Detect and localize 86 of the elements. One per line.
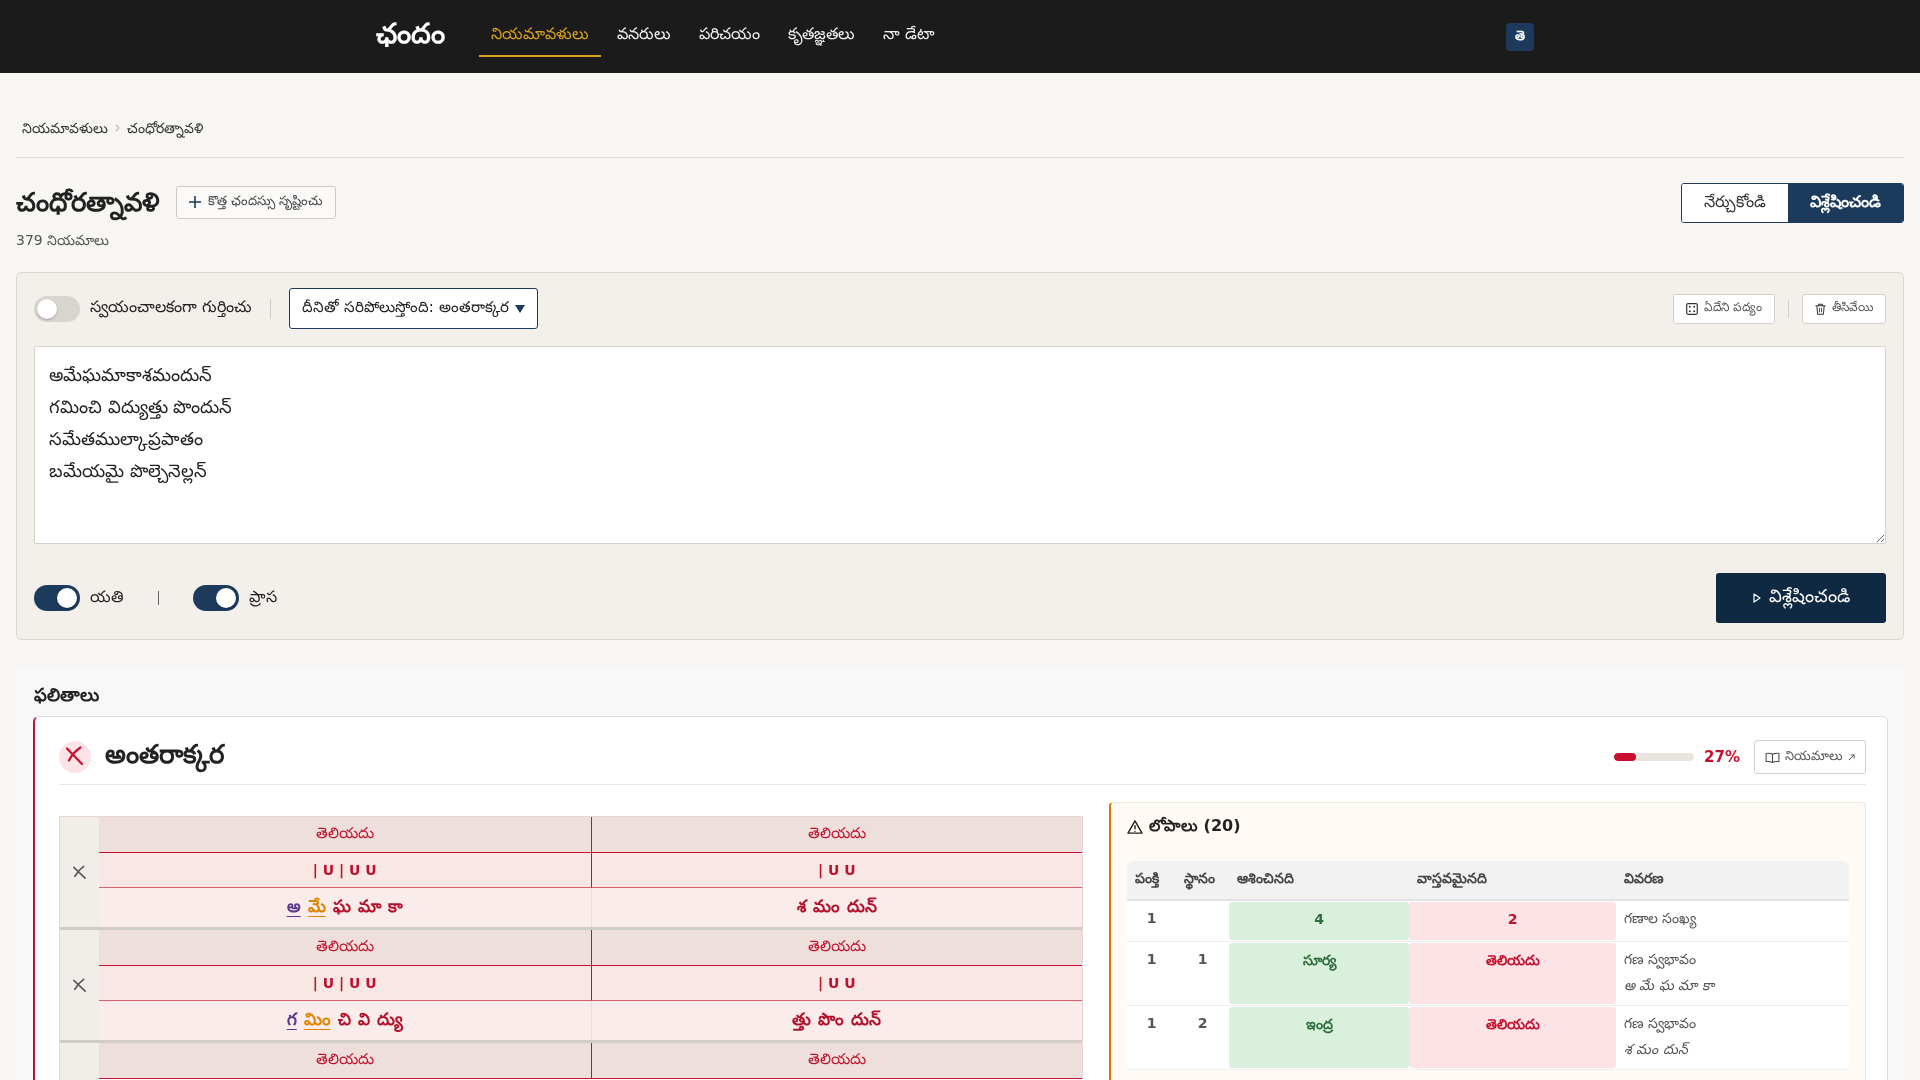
breadcrumb-current: చంధోరత్నావళి — [127, 119, 203, 138]
column-header: వివరణ — [1623, 870, 1665, 888]
actual-cell: 2 — [1409, 902, 1616, 940]
syllable: కా — [387, 895, 403, 918]
tool-button[interactable]: ఏదేని పద్యం — [1673, 293, 1775, 324]
syllables-text: అ మే ఘ మా కా — [1624, 977, 1717, 995]
gana-name-cell: తెలియదు — [590, 1043, 1082, 1079]
syllable: ఘ — [332, 895, 351, 918]
actual-cell: తెలియదు — [1409, 1007, 1616, 1068]
expected-cell: సూర్య — [1229, 943, 1409, 1004]
syllable: మే — [307, 895, 326, 918]
mode-tab[interactable]: నేర్చుకోండి — [1682, 184, 1788, 222]
gana-name-cell: తెలియదు — [99, 930, 591, 966]
description-text: గణ స్వభావం — [1624, 951, 1698, 971]
syllable: దున్ — [846, 895, 877, 918]
poem-input[interactable]: అమేఘమాకాశమందున్ గమించి విద్యుత్తు పొందున్ సమేతముల్కాప్రపాతం బమేయమై పొల్చెనెల్లన్ — [34, 346, 1886, 544]
results-heading: ఫలితాలు — [33, 684, 100, 706]
table-cell: 2 — [1197, 1015, 1208, 1031]
new-meter-button[interactable]: కొత్త ఛందస్సు సృష్టించు — [176, 185, 337, 219]
match-percent: 27% — [1704, 748, 1740, 766]
toggle-switch[interactable] — [34, 295, 80, 322]
description-text: గణాల సంఖ్య — [1624, 910, 1841, 930]
toggle-label: ప్రాస — [249, 586, 277, 609]
syllable: వి — [357, 1008, 370, 1031]
warning-icon — [1127, 820, 1143, 834]
meter-select[interactable]: దీనితో సరిపోలుస్తోంది: అంతరాక్కర — [289, 288, 538, 329]
rule-count: 379 నియమాలు — [16, 231, 111, 250]
pattern-cell: | U | U U — [99, 853, 591, 888]
toggle-switch[interactable] — [193, 585, 239, 611]
gana-name-cell: తెలియదు — [99, 817, 591, 853]
nav-link[interactable]: నియమావళులు — [479, 16, 601, 57]
caret-icon — [514, 304, 525, 313]
nav-link[interactable]: పరిచయం — [687, 16, 772, 57]
book-icon — [1765, 751, 1780, 763]
column-header: స్థానం — [1176, 870, 1229, 890]
column-header: వాస్తవమైనది — [1416, 870, 1488, 890]
syllable: ద్యు — [376, 1008, 403, 1033]
play-icon — [1752, 593, 1761, 603]
gana-name-cell: తెలియదు — [99, 1043, 591, 1079]
mode-tab[interactable]: విశ్లేషించండి — [1788, 184, 1903, 222]
toggle-switch[interactable] — [34, 585, 80, 611]
syllables-text: శ మం దున్ — [1624, 1041, 1691, 1059]
toggle-label: స్వయంచాలకంగా గుర్తించు — [90, 297, 253, 320]
tool-button[interactable]: తీసివేయి — [1802, 293, 1886, 324]
external-link-icon — [1848, 753, 1855, 761]
nav-link[interactable]: నా డేటా — [871, 16, 947, 57]
pattern-cell: | U U — [590, 853, 1082, 888]
breadcrumb-link[interactable]: నియమావళులు — [22, 118, 108, 138]
syllable: పొం — [818, 1008, 845, 1031]
analyze-button[interactable]: విశ్లేషించండి — [1716, 573, 1886, 623]
language-button[interactable]: తె — [1506, 22, 1534, 51]
page-title: చంధోరత్నావళి — [16, 184, 160, 220]
expected-cell: ఇంద్ర — [1229, 1007, 1409, 1068]
nav-link[interactable]: కృతజ్ఞతలు — [776, 16, 867, 57]
dice-icon — [1686, 302, 1699, 315]
table-cell: 1 — [1146, 910, 1157, 926]
toggle-label: యతి — [90, 586, 124, 608]
syllable: మిం — [303, 1008, 331, 1031]
syllable: దున్ — [851, 1008, 882, 1031]
column-header: ఆశించినది — [1236, 870, 1295, 888]
syllable: త్తు — [792, 1008, 812, 1033]
table-cell: 1 — [1197, 951, 1208, 967]
syllable: మా — [357, 895, 381, 918]
pattern-cell: | U U — [590, 966, 1082, 1001]
nav-link[interactable]: వనరులు — [605, 16, 683, 57]
syllable: శ — [796, 895, 806, 918]
gana-name-cell: తెలియదు — [590, 930, 1082, 966]
errors-title: లోపాలు (20) — [1149, 815, 1241, 837]
table-cell: 1 — [1146, 951, 1157, 967]
syllable: గ — [286, 1008, 297, 1031]
rules-button[interactable]: నియమాలు — [1754, 740, 1866, 774]
description-text: గణ స్వభావం — [1624, 1015, 1698, 1035]
trash-icon — [1815, 302, 1826, 315]
chevron-icon — [115, 124, 120, 132]
meter-name: అంతరాక్కర — [105, 738, 224, 776]
syllable: అ — [286, 895, 301, 918]
actual-cell: తెలియదు — [1409, 943, 1616, 1004]
table-cell: 1 — [1146, 1015, 1157, 1031]
column-header: పంక్తి — [1134, 870, 1160, 890]
site-logo[interactable]: ఛందం — [376, 16, 445, 57]
syllable: మం — [812, 895, 840, 918]
syllable: చి — [337, 1008, 351, 1031]
pattern-cell: | U | U U — [99, 966, 591, 1001]
plus-icon — [189, 196, 201, 208]
gana-name-cell: తెలియదు — [590, 817, 1082, 853]
expected-cell: 4 — [1229, 902, 1409, 940]
